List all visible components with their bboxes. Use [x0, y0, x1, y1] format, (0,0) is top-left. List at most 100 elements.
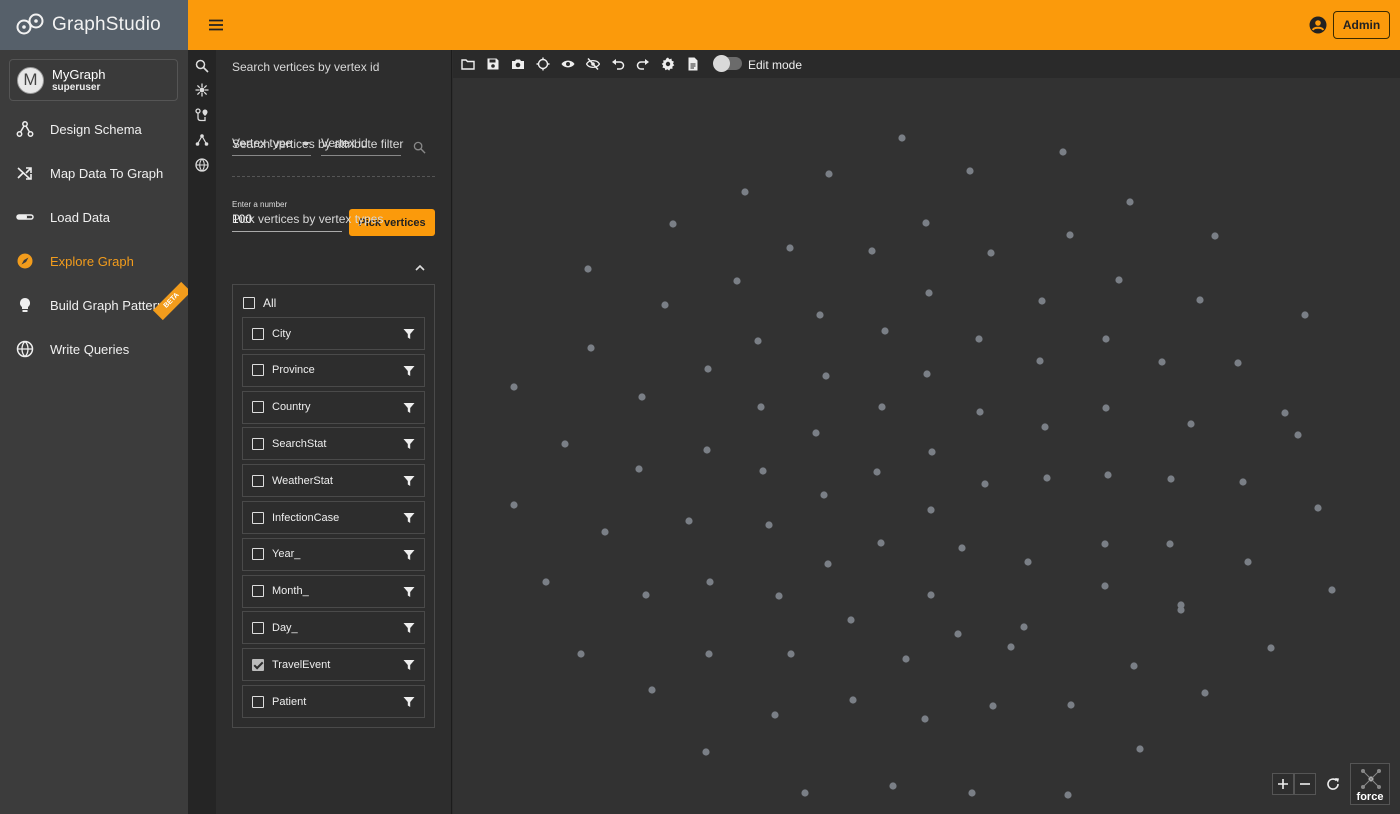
vertex-type-row[interactable]: Country — [242, 390, 425, 424]
graph-vertex[interactable] — [685, 517, 693, 525]
graph-view[interactable] — [453, 78, 1400, 814]
layout-button[interactable]: force — [1350, 763, 1390, 805]
graph-vertex[interactable] — [1158, 358, 1166, 366]
screenshot-icon[interactable] — [511, 57, 525, 71]
document-icon[interactable] — [686, 57, 700, 71]
neighbors-icon[interactable] — [195, 133, 209, 147]
graph-vertex[interactable] — [1301, 311, 1309, 319]
checkbox-icon[interactable] — [252, 327, 264, 340]
graph-vertex[interactable] — [1101, 582, 1109, 590]
graph-vertex[interactable] — [968, 789, 976, 797]
graph-vertex[interactable] — [577, 650, 585, 658]
graph-vertex[interactable] — [1201, 689, 1209, 697]
graph-vertex[interactable] — [921, 715, 929, 723]
graph-vertex[interactable] — [635, 465, 643, 473]
filter-icon[interactable] — [403, 365, 415, 377]
graph-vertex[interactable] — [786, 244, 794, 252]
settings-icon[interactable] — [661, 57, 675, 71]
nav-item-map-data[interactable]: Map Data To Graph — [0, 158, 188, 188]
checkbox-icon[interactable] — [252, 548, 264, 561]
graph-vertex[interactable] — [587, 344, 595, 352]
checkbox-icon[interactable] — [252, 364, 264, 377]
checkbox-checked-icon[interactable] — [252, 658, 264, 671]
graph-vertex[interactable] — [820, 491, 828, 499]
graph-vertex[interactable] — [741, 188, 749, 196]
graph-vertex[interactable] — [927, 506, 935, 514]
graph-vertex[interactable] — [898, 134, 906, 142]
graph-vertex[interactable] — [868, 247, 876, 255]
logo[interactable]: GraphStudio — [0, 0, 188, 50]
graph-vertex[interactable] — [510, 383, 518, 391]
vertex-type-row[interactable]: Year_ — [242, 537, 425, 571]
vertex-type-row[interactable]: Day_ — [242, 611, 425, 645]
zoom-out-button[interactable] — [1294, 773, 1316, 795]
graph-vertex[interactable] — [847, 616, 855, 624]
checkbox-icon[interactable] — [252, 585, 264, 598]
graph-selector[interactable]: M MyGraph superuser — [9, 59, 178, 101]
graph-vertex[interactable] — [771, 711, 779, 719]
graph-vertex[interactable] — [765, 521, 773, 529]
graph-vertex[interactable] — [1328, 586, 1336, 594]
filter-icon[interactable] — [403, 549, 415, 561]
graph-vertex[interactable] — [877, 539, 885, 547]
graph-vertex[interactable] — [902, 655, 910, 663]
nav-item-write-queries[interactable]: Write Queries — [0, 334, 188, 364]
filter-icon[interactable] — [403, 328, 415, 340]
graph-vertex[interactable] — [754, 337, 762, 345]
graph-vertex[interactable] — [1115, 276, 1123, 284]
graph-vertex[interactable] — [975, 335, 983, 343]
edit-mode-toggle[interactable] — [713, 55, 742, 72]
filter-icon[interactable] — [403, 438, 415, 450]
graph-canvas[interactable]: Edit mode force — [453, 50, 1400, 814]
graph-vertex[interactable] — [1281, 409, 1289, 417]
vertex-type-row[interactable]: Province — [242, 353, 425, 387]
refresh-icon[interactable] — [1326, 777, 1340, 791]
graph-vertex[interactable] — [1024, 558, 1032, 566]
graph-vertex[interactable] — [661, 301, 669, 309]
graph-vertex[interactable] — [825, 170, 833, 178]
search-icon[interactable] — [413, 141, 426, 154]
filter-icon[interactable] — [403, 475, 415, 487]
graph-vertex[interactable] — [1007, 643, 1015, 651]
show-icon[interactable] — [561, 57, 575, 71]
graph-vertex[interactable] — [954, 630, 962, 638]
graph-vertex[interactable] — [928, 448, 936, 456]
redo-icon[interactable] — [636, 57, 650, 71]
filter-icon[interactable] — [403, 696, 415, 708]
path-icon[interactable] — [195, 108, 209, 122]
open-icon[interactable] — [461, 57, 475, 71]
graph-vertex[interactable] — [1102, 404, 1110, 412]
graph-vertex[interactable] — [702, 748, 710, 756]
graph-vertex[interactable] — [878, 403, 886, 411]
globe-query-icon[interactable] — [195, 158, 209, 172]
graph-vertex[interactable] — [1043, 474, 1051, 482]
graph-vertex[interactable] — [976, 408, 984, 416]
graph-vertex[interactable] — [1038, 297, 1046, 305]
locate-icon[interactable] — [536, 57, 550, 71]
vertex-type-row[interactable]: TravelEvent — [242, 648, 425, 682]
checkbox-icon[interactable] — [252, 511, 264, 524]
graph-vertex[interactable] — [1136, 745, 1144, 753]
graph-vertex[interactable] — [1130, 662, 1138, 670]
filter-icon[interactable] — [403, 512, 415, 524]
vertex-type-row[interactable]: Month_ — [242, 574, 425, 608]
graph-vertex[interactable] — [1064, 791, 1072, 799]
checkbox-icon[interactable] — [252, 695, 264, 708]
graph-vertex[interactable] — [981, 480, 989, 488]
graph-vertex[interactable] — [1102, 335, 1110, 343]
graph-vertex[interactable] — [1211, 232, 1219, 240]
graph-vertex[interactable] — [989, 702, 997, 710]
graph-vertex[interactable] — [1187, 420, 1195, 428]
graph-vertex[interactable] — [987, 249, 995, 257]
nav-item-explore-graph[interactable]: Explore Graph — [0, 246, 188, 276]
filter-icon[interactable] — [403, 402, 415, 414]
graph-vertex[interactable] — [1196, 296, 1204, 304]
graph-vertex[interactable] — [703, 446, 711, 454]
admin-button[interactable]: Admin — [1333, 11, 1390, 39]
graph-vertex[interactable] — [561, 440, 569, 448]
graph-vertex[interactable] — [510, 501, 518, 509]
search-icon[interactable] — [195, 59, 209, 73]
filter-icon[interactable] — [403, 659, 415, 671]
graph-vertex[interactable] — [801, 789, 809, 797]
graph-vertex[interactable] — [648, 686, 656, 694]
